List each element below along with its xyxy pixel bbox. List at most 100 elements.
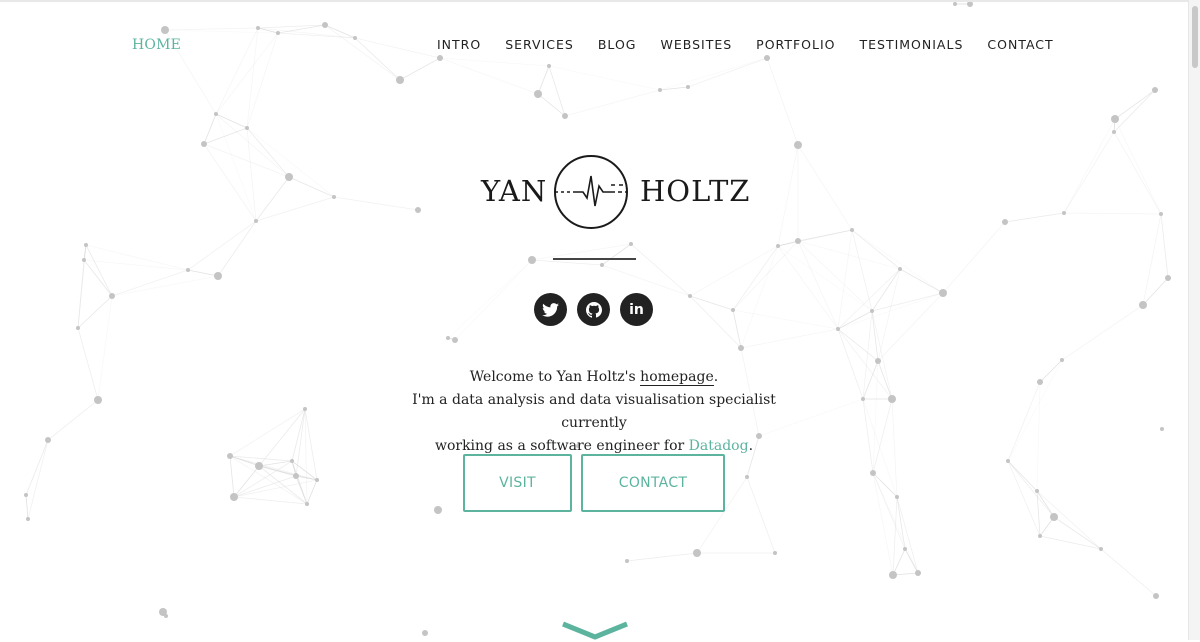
network-link <box>77 327 99 401</box>
network-node <box>254 219 258 223</box>
nav-websites[interactable]: WEBSITES <box>660 37 732 52</box>
datadog-link[interactable]: Datadog <box>689 438 749 454</box>
network-node <box>396 76 404 84</box>
network-link <box>47 399 99 441</box>
linkedin-button[interactable]: in <box>620 293 653 326</box>
network-link <box>1007 381 1041 462</box>
network-link <box>732 245 779 311</box>
network-link <box>904 548 919 574</box>
network-link <box>1114 89 1156 120</box>
network-link <box>837 310 873 330</box>
network-node <box>415 207 421 213</box>
network-link <box>537 93 566 117</box>
network-node <box>875 358 881 364</box>
network-link <box>892 496 898 576</box>
network-link <box>255 196 335 222</box>
nav-intro[interactable]: INTRO <box>437 37 481 52</box>
network-link <box>891 398 898 498</box>
twitter-button[interactable] <box>534 293 567 326</box>
network-link <box>732 309 742 349</box>
network-node <box>764 55 770 61</box>
network-link <box>25 494 29 520</box>
network-link <box>1063 118 1116 214</box>
network-link <box>837 268 901 330</box>
main-nav: INTRO SERVICES BLOG WEBSITES PORTFOLIO T… <box>437 37 1054 52</box>
network-node <box>1111 115 1119 123</box>
network-node <box>738 345 744 351</box>
network-node <box>1050 513 1058 521</box>
network-node <box>293 473 299 479</box>
network-link <box>324 24 401 81</box>
network-node <box>285 173 293 181</box>
network-link <box>548 65 661 91</box>
network-link <box>892 548 906 576</box>
contact-button[interactable]: CONTACT <box>581 454 725 512</box>
intro-period-1: . <box>713 369 719 385</box>
network-link <box>896 496 919 574</box>
github-icon <box>585 301 602 318</box>
network-link <box>689 245 779 297</box>
network-node <box>773 551 777 555</box>
network-node <box>161 26 169 34</box>
network-link <box>111 269 189 297</box>
network-node <box>227 453 233 459</box>
network-link <box>333 196 419 211</box>
network-node <box>1153 593 1159 599</box>
github-button[interactable] <box>577 293 610 326</box>
network-link <box>203 113 217 145</box>
network-node <box>214 272 222 280</box>
network-node <box>1038 534 1042 538</box>
network-node <box>850 228 854 232</box>
network-link <box>1007 460 1038 492</box>
network-node <box>303 407 307 411</box>
site-logo: YAN HOLTZ <box>480 154 749 230</box>
network-link <box>1160 213 1169 279</box>
network-node <box>1112 130 1116 134</box>
nav-contact[interactable]: CONTACT <box>987 37 1053 52</box>
network-link <box>447 259 533 339</box>
network-link <box>454 259 533 341</box>
network-node <box>332 195 336 199</box>
network-link <box>1004 212 1065 223</box>
network-link <box>246 127 257 222</box>
network-link <box>797 144 853 231</box>
nav-blog[interactable]: BLOG <box>598 37 637 52</box>
network-node <box>255 462 263 470</box>
network-link <box>439 57 539 95</box>
network-node <box>870 309 874 313</box>
network-link <box>601 264 691 297</box>
network-link <box>1113 131 1162 215</box>
network-link <box>306 479 318 505</box>
network-node <box>84 243 88 247</box>
network-node <box>1165 275 1171 281</box>
nav-services[interactable]: SERVICES <box>505 37 574 52</box>
network-node <box>1152 87 1158 93</box>
network-node <box>322 22 328 28</box>
network-link <box>229 455 235 498</box>
network-link <box>877 268 901 362</box>
network-link <box>246 127 290 178</box>
chevron-down-icon[interactable] <box>560 618 630 642</box>
nav-portfolio[interactable]: PORTFOLIO <box>756 37 835 52</box>
network-node <box>547 64 551 68</box>
scrollbar-thumb[interactable] <box>1192 6 1198 68</box>
network-link <box>1142 277 1169 306</box>
network-node <box>861 397 865 401</box>
network-node <box>109 293 115 299</box>
network-link <box>83 259 189 271</box>
network-node <box>1160 427 1164 431</box>
heartbeat-circle-icon <box>554 155 628 229</box>
nav-home[interactable]: HOME <box>132 37 181 53</box>
scrollbar[interactable] <box>1188 0 1200 640</box>
network-link <box>1100 548 1157 597</box>
homepage-link[interactable]: homepage <box>640 369 714 386</box>
intro-line-2: I'm a data analysis and data visualisati… <box>412 392 776 431</box>
network-link <box>1007 359 1063 462</box>
nav-testimonials[interactable]: TESTIMONIALS <box>859 37 963 52</box>
network-link <box>766 57 799 146</box>
visit-button[interactable]: VISIT <box>463 454 572 512</box>
network-node <box>45 437 51 443</box>
network-link <box>862 398 898 498</box>
network-link <box>83 259 113 297</box>
network-node <box>94 396 102 404</box>
